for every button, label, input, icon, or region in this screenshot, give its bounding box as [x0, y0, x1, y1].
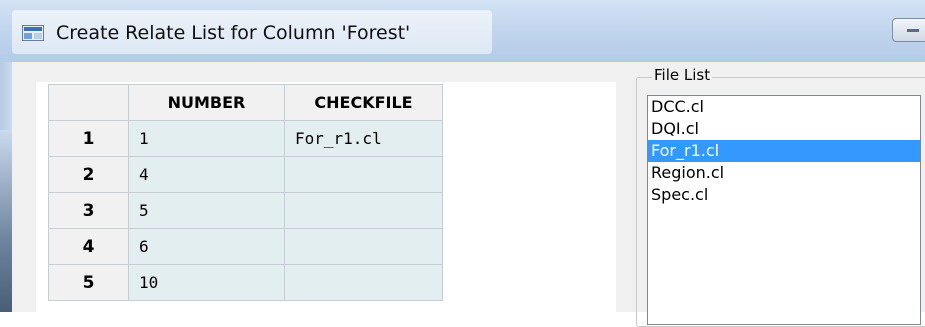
table-row: 1 1 For_r1.cl — [48, 120, 443, 157]
number-cell[interactable]: 10 — [128, 264, 285, 301]
number-cell[interactable]: 5 — [128, 192, 285, 229]
column-header-checkfile[interactable]: CHECKFILE — [284, 84, 443, 121]
file-listbox[interactable]: DCC.cl DQI.cl For_r1.cl Region.cl Spec.c… — [647, 95, 921, 325]
list-item[interactable]: Spec.cl — [648, 184, 920, 206]
number-cell[interactable]: 4 — [128, 156, 285, 193]
minimize-icon — [907, 29, 919, 32]
number-cell[interactable]: 1 — [128, 120, 285, 157]
window-title: Create Relate List for Column 'Forest' — [56, 22, 411, 44]
list-item-selected[interactable]: For_r1.cl — [648, 140, 920, 162]
checkfile-cell[interactable] — [284, 228, 443, 265]
checkfile-cell[interactable] — [284, 192, 443, 229]
title-bar[interactable]: Create Relate List for Column 'Forest' — [0, 0, 925, 62]
row-header[interactable]: 3 — [48, 192, 129, 229]
number-cell[interactable]: 6 — [128, 228, 285, 265]
list-item[interactable]: Region.cl — [648, 162, 920, 184]
minimize-button[interactable] — [892, 18, 925, 42]
checkfile-cell[interactable]: For_r1.cl — [284, 120, 443, 157]
table-row: 2 4 — [48, 156, 443, 193]
row-header[interactable]: 5 — [48, 264, 129, 301]
column-header-number[interactable]: NUMBER — [128, 84, 285, 121]
relate-grid[interactable]: NUMBER CHECKFILE 1 1 For_r1.cl 2 4 3 5 4 — [36, 82, 616, 322]
checkfile-cell[interactable] — [284, 156, 443, 193]
row-header[interactable]: 4 — [48, 228, 129, 265]
list-item[interactable]: DQI.cl — [648, 118, 920, 140]
row-header[interactable]: 1 — [48, 120, 129, 157]
relate-table: NUMBER CHECKFILE 1 1 For_r1.cl 2 4 3 5 4 — [48, 84, 443, 301]
table-row: 5 10 — [48, 264, 443, 301]
row-header[interactable]: 2 — [48, 156, 129, 193]
table-row: 3 5 — [48, 192, 443, 229]
table-row: 4 6 — [48, 228, 443, 265]
checkfile-cell[interactable] — [284, 264, 443, 301]
header-row: NUMBER CHECKFILE — [48, 84, 443, 121]
app-window-icon[interactable] — [22, 25, 44, 41]
grid-corner-cell[interactable] — [48, 84, 129, 121]
list-item[interactable]: DCC.cl — [648, 96, 920, 118]
file-list-label: File List — [652, 66, 713, 84]
window-frame-shadow — [0, 130, 12, 312]
